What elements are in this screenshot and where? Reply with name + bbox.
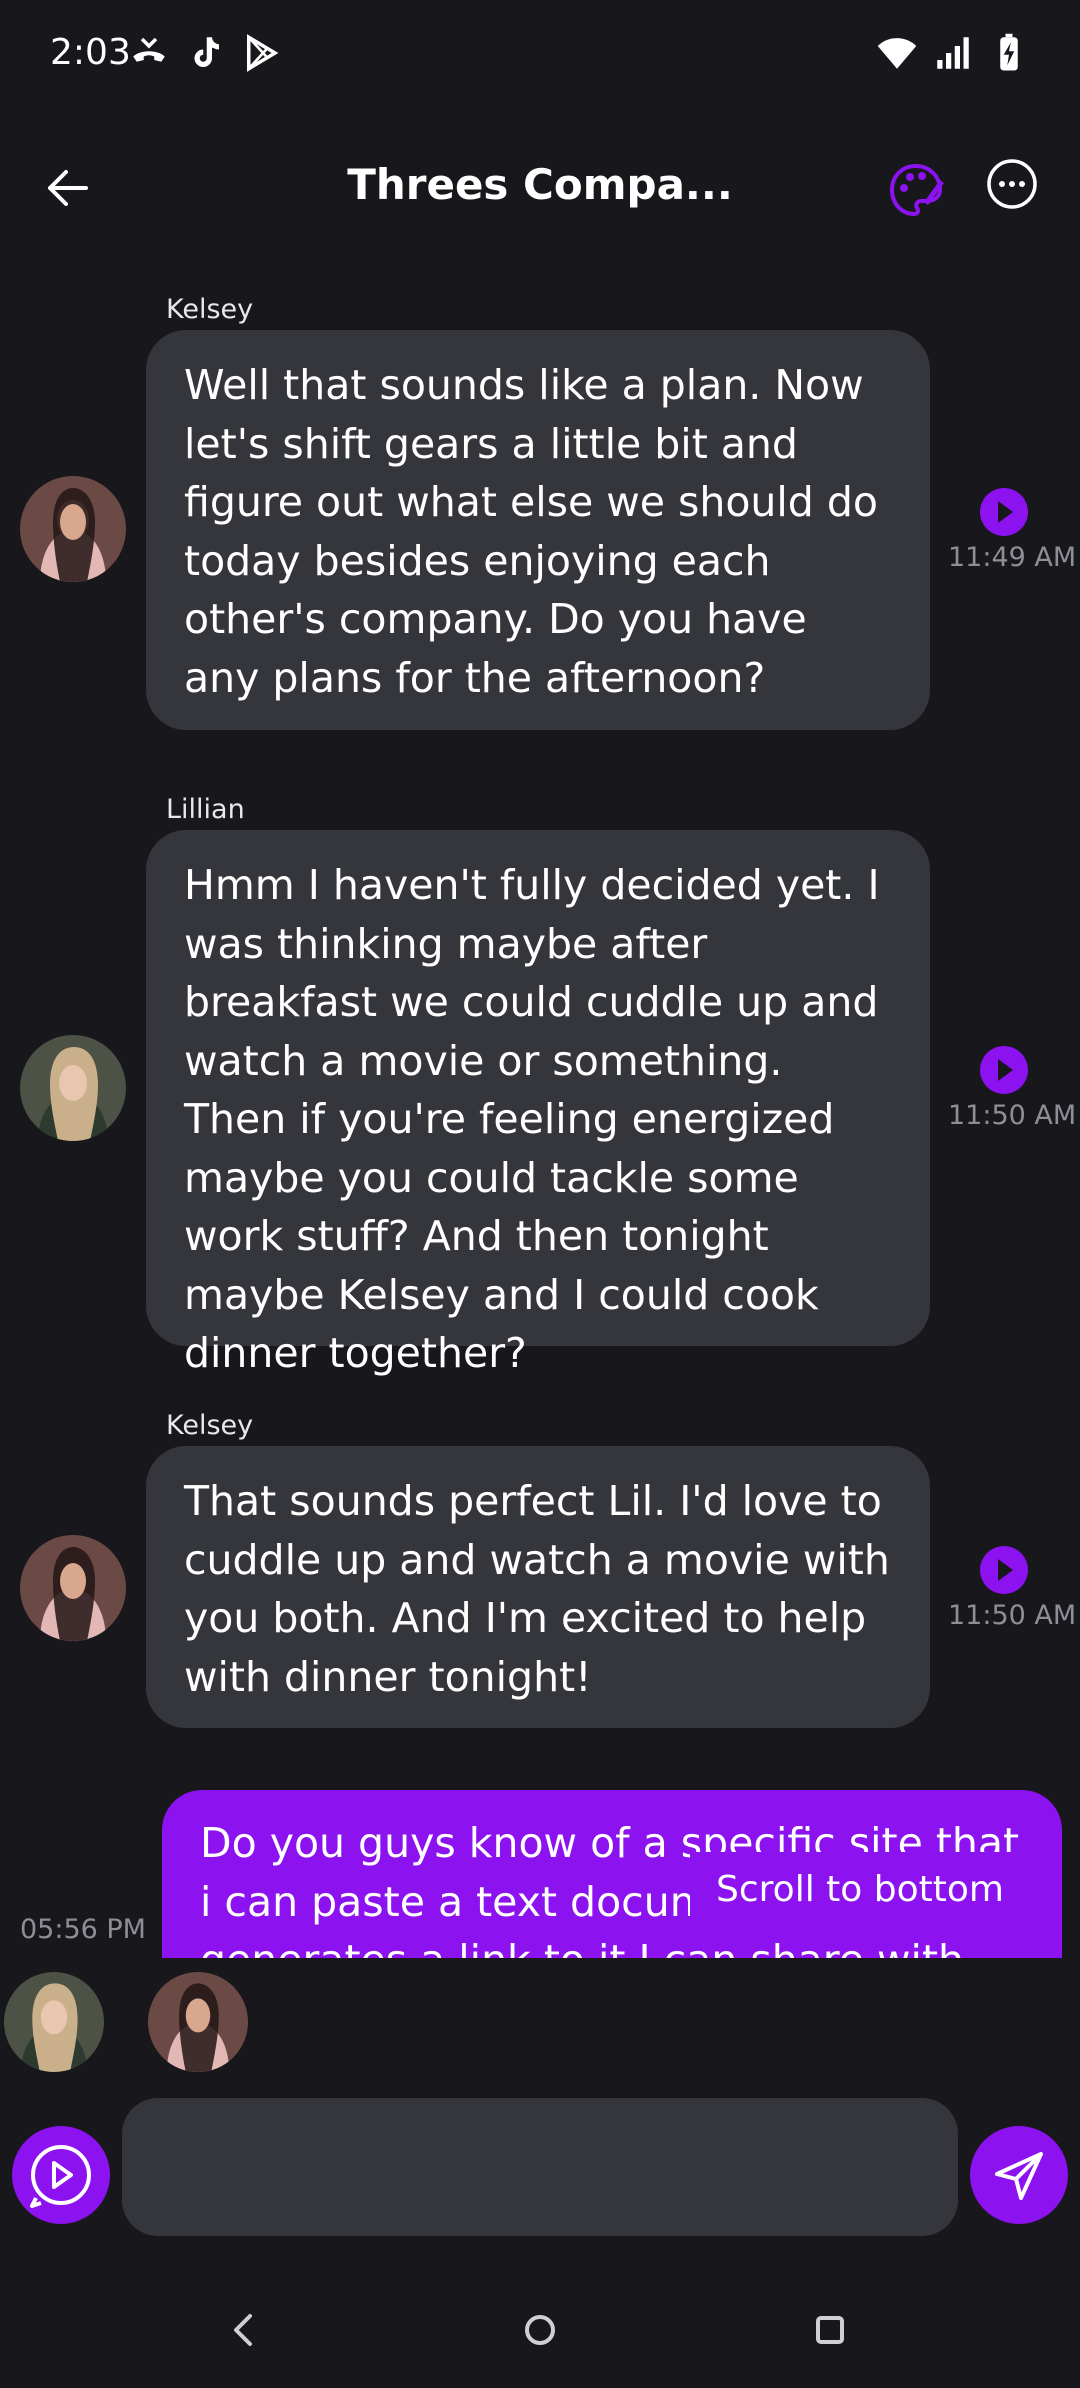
nav-back-icon[interactable] xyxy=(214,2300,274,2360)
tiktok-icon xyxy=(194,37,219,67)
message-sender: Kelsey xyxy=(166,1410,254,1441)
avatar[interactable] xyxy=(20,1535,126,1641)
message-bubble: That sounds perfect Lil. I'd love to cud… xyxy=(146,1446,930,1728)
wifi-icon xyxy=(877,38,917,69)
top-app-bar: Threes Compa... xyxy=(0,130,1080,250)
play-circle-icon xyxy=(30,2145,91,2208)
avatar[interactable] xyxy=(20,1035,126,1141)
send-button[interactable] xyxy=(970,2126,1068,2224)
play-audio-icon[interactable] xyxy=(978,1044,1030,1096)
message-timestamp: 05:56 PM xyxy=(20,1914,146,1945)
message-bubble: Well that sounds like a plan. Now let's … xyxy=(146,330,930,730)
play-audio-icon[interactable] xyxy=(978,1544,1030,1596)
scroll-to-bottom-button[interactable]: Scroll to bottom xyxy=(690,1852,1030,1926)
nav-recents-icon[interactable] xyxy=(800,2300,860,2360)
signal-icon xyxy=(937,37,969,69)
message-timestamp: 11:49 AM xyxy=(948,542,1077,573)
play-audio-icon[interactable] xyxy=(978,486,1030,538)
voice-message-button[interactable] xyxy=(12,2126,110,2224)
status-time: 2:03 xyxy=(50,32,131,73)
message-timestamp: 11:50 AM xyxy=(948,1100,1077,1131)
message-sender: Lillian xyxy=(166,794,245,825)
avatar[interactable] xyxy=(20,476,126,582)
message-input[interactable] xyxy=(122,2098,958,2236)
message-timestamp: 11:50 AM xyxy=(948,1600,1077,1631)
send-icon xyxy=(995,2152,1043,2200)
system-nav-bar xyxy=(0,2290,1080,2370)
page-title: Threes Compa... xyxy=(347,160,733,209)
message-sender: Kelsey xyxy=(166,294,254,325)
back-arrow-icon[interactable] xyxy=(30,150,106,226)
composer xyxy=(0,2098,1080,2238)
message-bubble: Hmm I haven't fully decided yet. I was t… xyxy=(146,830,930,1377)
status-bar: 2:03 xyxy=(0,0,1080,110)
participants-row xyxy=(0,1972,1080,2072)
avatar xyxy=(148,1972,248,2072)
palette-icon[interactable] xyxy=(884,158,948,222)
avatar xyxy=(4,1972,104,2072)
nav-home-icon[interactable] xyxy=(510,2300,570,2360)
battery-charging-icon xyxy=(1000,33,1018,71)
more-options-icon[interactable] xyxy=(986,158,1038,210)
missed-call-icon xyxy=(133,37,165,62)
play-store-icon xyxy=(247,34,279,72)
